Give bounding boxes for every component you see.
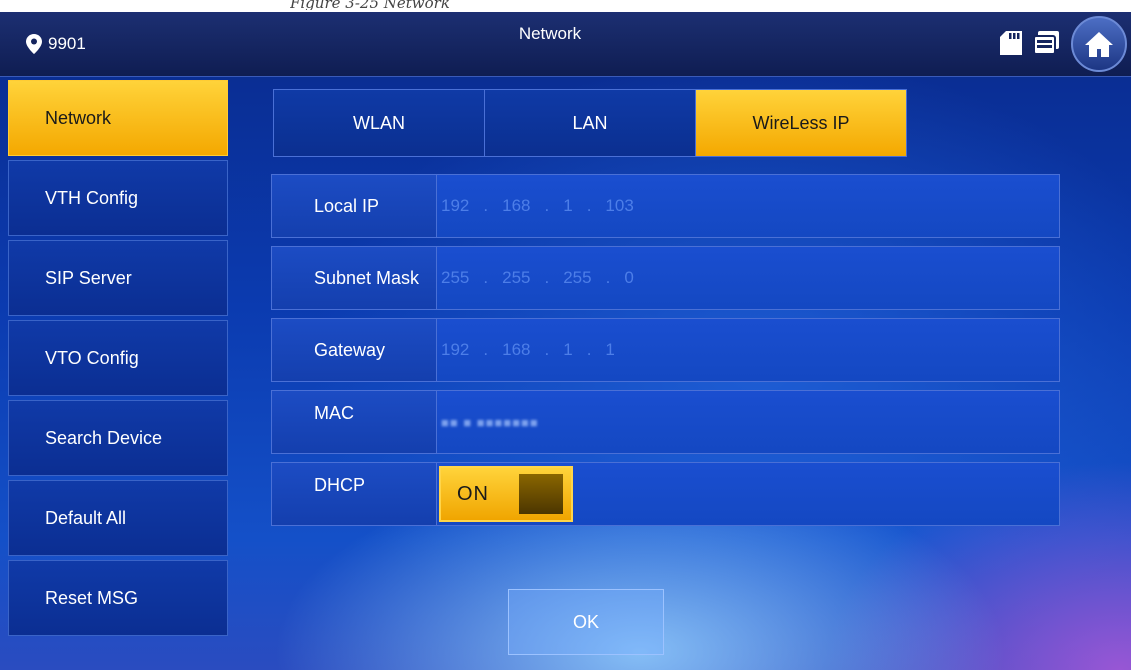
- ip-octet[interactable]: 192: [441, 340, 469, 360]
- page-title: Network: [518, 24, 582, 43]
- sidebar-item-search-device[interactable]: Search Device: [8, 400, 228, 476]
- sidebar-item-vto-config[interactable]: VTO Config: [8, 320, 228, 396]
- device-icon[interactable]: [1033, 29, 1061, 57]
- ip-octet[interactable]: 1: [605, 340, 614, 360]
- sidebar-item-vth-config[interactable]: VTH Config: [8, 160, 228, 236]
- ip-separator: .: [586, 340, 592, 359]
- local-ip-row: Local IP 192 . 168 . 1 . 103: [271, 174, 1060, 238]
- sd-card-icon: [1000, 31, 1022, 55]
- ip-octet[interactable]: 168: [502, 196, 530, 216]
- ip-octet[interactable]: 1: [563, 340, 572, 360]
- tab-wlan[interactable]: WLAN: [274, 90, 485, 156]
- ip-separator: .: [544, 196, 550, 215]
- ip-octet[interactable]: 192: [441, 196, 469, 216]
- mac-label: MAC: [271, 390, 437, 454]
- subnet-mask-row: Subnet Mask 255 . 255 . 255 . 0: [271, 246, 1060, 310]
- mac-field: ■■ ■ ■■■■■■■: [437, 390, 1060, 454]
- ip-octet[interactable]: 168: [502, 340, 530, 360]
- gateway-field[interactable]: 192 . 168 . 1 . 1: [437, 318, 1060, 382]
- ip-octet[interactable]: 255: [563, 268, 591, 288]
- home-icon: [1085, 32, 1113, 57]
- dhcp-toggle[interactable]: ON: [439, 466, 573, 522]
- sidebar-item-label: Search Device: [45, 427, 163, 448]
- sidebar-item-label: Default All: [45, 507, 127, 528]
- ip-octet[interactable]: 255: [502, 268, 530, 288]
- top-bar: 9901 Network: [0, 12, 1131, 77]
- gateway-row: Gateway 192 . 168 . 1 . 1: [271, 318, 1060, 382]
- dhcp-field: ON: [437, 462, 1060, 526]
- subnet-mask-field[interactable]: 255 . 255 . 255 . 0: [437, 246, 1060, 310]
- mac-value-blurred: ■■ ■ ■■■■■■■: [441, 414, 539, 430]
- sidebar-item-label: SIP Server: [45, 267, 132, 288]
- ip-octet[interactable]: 255: [441, 268, 469, 288]
- device-screen: 9901 Network Network VTH Config SIP Serv…: [0, 12, 1131, 670]
- ip-separator: .: [544, 268, 550, 287]
- dhcp-toggle-state: ON: [457, 482, 489, 505]
- sidebar-item-label: Network: [45, 107, 112, 128]
- ip-octet[interactable]: 1: [563, 196, 572, 216]
- sidebar-item-label: Reset MSG: [45, 587, 139, 608]
- tab-wireless-ip[interactable]: WireLess IP: [696, 90, 906, 156]
- figure-caption: Figure 3-25 Network: [290, 0, 450, 10]
- sidebar-item-label: VTH Config: [45, 187, 139, 208]
- ip-separator: .: [605, 268, 611, 287]
- sidebar-item-reset-msg[interactable]: Reset MSG: [8, 560, 228, 636]
- ip-octet[interactable]: 103: [605, 196, 633, 216]
- sidebar-item-sip-server[interactable]: SIP Server: [8, 240, 228, 316]
- dhcp-label: DHCP: [271, 462, 437, 526]
- ip-separator: .: [586, 196, 592, 215]
- dhcp-row: DHCP ON: [271, 462, 1060, 526]
- home-button[interactable]: [1071, 16, 1127, 72]
- ip-separator: .: [483, 340, 489, 359]
- gateway-label: Gateway: [271, 318, 437, 382]
- sidebar-item-default-all[interactable]: Default All: [8, 480, 228, 556]
- subnet-mask-label: Subnet Mask: [271, 246, 437, 310]
- local-ip-label: Local IP: [271, 174, 437, 238]
- ip-separator: .: [544, 340, 550, 359]
- tab-lan[interactable]: LAN: [485, 90, 696, 156]
- toggle-knob: [519, 474, 563, 514]
- sidebar-item-label: VTO Config: [45, 347, 139, 368]
- mac-row: MAC ■■ ■ ■■■■■■■: [271, 390, 1060, 454]
- local-ip-field[interactable]: 192 . 168 . 1 . 103: [437, 174, 1060, 238]
- ip-separator: .: [483, 196, 489, 215]
- ip-separator: .: [483, 268, 489, 287]
- ok-button[interactable]: OK: [508, 589, 664, 655]
- network-tabs: WLAN LAN WireLess IP: [273, 89, 907, 157]
- ip-octet[interactable]: 0: [624, 268, 633, 288]
- sidebar-item-network[interactable]: Network: [8, 80, 228, 156]
